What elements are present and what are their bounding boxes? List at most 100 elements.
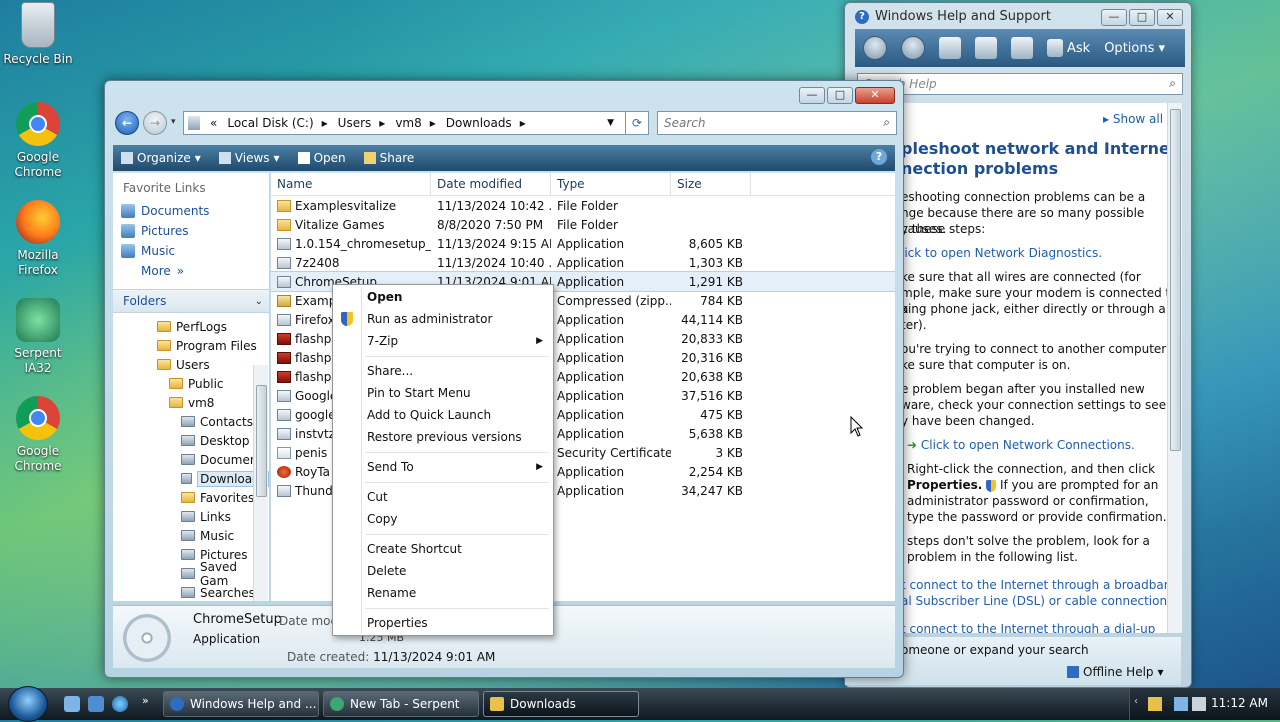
recent-pages-dropdown[interactable]: ▾ <box>171 117 176 127</box>
show-all-link[interactable]: ▸ Show all <box>1103 111 1163 127</box>
desktop-icon-google-chrome[interactable]: Google Chrome <box>0 102 76 180</box>
tree-item[interactable]: Links <box>113 507 269 526</box>
menu-item-open[interactable]: Open <box>367 287 547 307</box>
address-dropdown-icon[interactable]: ▼ <box>607 118 614 128</box>
tree-item[interactable]: Document <box>113 450 269 469</box>
file-name-cell[interactable]: 1.0.154_chromesetup_... <box>271 237 431 251</box>
column-name[interactable]: Name <box>271 173 431 195</box>
breadcrumb-vm8[interactable]: vm8 ▸ <box>395 116 435 130</box>
file-row[interactable]: 1.0.154_chromesetup_... 11/13/2024 9:15 A… <box>271 234 895 253</box>
menu-item-copy[interactable]: Copy <box>367 509 547 529</box>
forward-icon[interactable] <box>901 36 925 60</box>
file-name-cell[interactable]: 7z2408 <box>271 256 431 270</box>
show-desktop-icon[interactable] <box>64 696 80 712</box>
home-icon[interactable] <box>939 37 961 59</box>
menu-item-pin-to-start-menu[interactable]: Pin to Start Menu <box>367 383 547 403</box>
favorite-music[interactable]: Music <box>113 241 269 261</box>
volume-icon[interactable] <box>1192 697 1206 711</box>
tree-item[interactable]: Searches <box>113 583 269 601</box>
tree-item[interactable]: Saved Gam <box>113 560 269 588</box>
file-name-cell[interactable]: Vitalize Games <box>271 218 431 232</box>
menu-item-restore-previous-versions[interactable]: Restore previous versions <box>367 427 547 447</box>
back-icon[interactable] <box>863 36 887 60</box>
organize-button[interactable]: Organize ▾ <box>121 151 201 165</box>
menu-item-7-zip[interactable]: 7-Zip ▶ <box>367 331 547 351</box>
views-button[interactable]: Views ▾ <box>218 151 280 165</box>
network-icon[interactable] <box>1174 697 1188 711</box>
maximize-button[interactable]: □ <box>1129 9 1155 26</box>
taskbar-item-help[interactable]: Windows Help and ... <box>163 691 319 717</box>
scroll-thumb[interactable] <box>256 385 267 497</box>
file-row[interactable]: Examplesvitalize 11/13/2024 10:42 ... File… <box>271 196 895 215</box>
favorite-documents[interactable]: Documents <box>113 201 269 221</box>
address-bar[interactable]: « Local Disk (C:) ▸ Users ▸ vm8 ▸ Downloads… <box>183 111 635 135</box>
breadcrumb-arrow-icon[interactable]: ▸ <box>379 116 385 130</box>
tree-item[interactable]: Program Files <box>113 336 269 355</box>
folders-header[interactable]: Folders ⌄ <box>113 289 269 313</box>
tree-item[interactable]: Contacts <box>113 412 269 431</box>
menu-item-rename[interactable]: Rename <box>367 583 547 603</box>
desktop-icon-google-chrome-2[interactable]: Google Chrome <box>0 396 76 474</box>
internet-explorer-icon[interactable] <box>112 696 128 712</box>
breadcrumb-local-disk[interactable]: Local Disk (C:) ▸ <box>227 116 327 130</box>
search-icon[interactable]: ⌕ <box>883 115 890 130</box>
taskbar-item-downloads[interactable]: Downloads <box>483 691 639 717</box>
minimize-button[interactable]: — <box>1101 9 1127 26</box>
column-date-modified[interactable]: Date modified <box>431 173 551 195</box>
share-button[interactable]: Share <box>363 151 414 165</box>
open-button[interactable]: Open <box>297 151 346 165</box>
column-type[interactable]: Type <box>551 173 671 195</box>
network-diagnostics-link[interactable]: lick to open Network Diagnostics. <box>901 245 1102 261</box>
scroll-thumb[interactable] <box>1170 109 1181 451</box>
tree-item[interactable]: Desktop <box>113 431 269 450</box>
dialup-link[interactable]: t connect to the Internet through a dial… <box>901 621 1155 633</box>
options-button[interactable]: Options ▾ <box>1104 41 1165 56</box>
breadcrumb-downloads[interactable]: Downloads ▸ <box>446 116 526 130</box>
breadcrumb-arrow-icon[interactable]: ▸ <box>520 116 526 130</box>
menu-item-properties[interactable]: Properties <box>367 613 547 633</box>
file-row[interactable]: 7z2408 11/13/2024 10:40 ... Application 1,3… <box>271 253 895 272</box>
tree-item[interactable]: vm8 <box>113 393 269 412</box>
help-scrollbar[interactable] <box>1167 103 1182 633</box>
desktop-icon-serpent[interactable]: Serpent IA32 <box>0 298 76 376</box>
refresh-button[interactable]: ⟳ <box>625 111 649 135</box>
file-name-cell[interactable]: Examplesvitalize <box>271 199 431 213</box>
print-icon[interactable] <box>975 37 997 59</box>
clock[interactable]: 11:12 AM <box>1211 696 1268 710</box>
close-button[interactable]: ✕ <box>855 87 895 104</box>
search-icon[interactable]: ⌕ <box>1169 76 1176 91</box>
tree-item[interactable]: Downloads <box>113 469 269 488</box>
tree-item[interactable]: Music <box>113 526 269 545</box>
menu-item-run-as-administrator[interactable]: Run as administrator <box>367 309 547 329</box>
browse-help-icon[interactable] <box>1011 37 1033 59</box>
safely-remove-icon[interactable] <box>1148 697 1162 711</box>
search-input[interactable]: Search ⌕ <box>657 111 897 135</box>
broadband-link-cont[interactable]: al Subscriber Line (DSL) or cable connec… <box>901 593 1171 609</box>
minimize-button[interactable]: — <box>799 87 825 104</box>
tree-item[interactable]: PerfLogs <box>113 317 269 336</box>
favorite-more[interactable]: More » <box>113 261 269 281</box>
switch-windows-icon[interactable] <box>88 696 104 712</box>
help-icon[interactable]: ? <box>871 149 887 165</box>
taskbar-item-serpent[interactable]: New Tab - Serpent <box>323 691 479 717</box>
forward-button[interactable]: → <box>143 111 167 135</box>
start-button[interactable] <box>8 686 48 722</box>
column-size[interactable]: Size <box>671 173 751 195</box>
back-button[interactable]: ← <box>115 111 139 135</box>
close-button[interactable]: ✕ <box>1157 9 1183 26</box>
tree-item[interactable]: Favorites <box>113 488 269 507</box>
menu-item-add-to-quick-launch[interactable]: Add to Quick Launch <box>367 405 547 425</box>
menu-item-create-shortcut[interactable]: Create Shortcut <box>367 539 547 559</box>
file-row[interactable]: Vitalize Games 8/8/2020 7:50 PM File Folde… <box>271 215 895 234</box>
desktop-icon-recycle-bin[interactable]: Recycle Bin <box>0 2 76 67</box>
ask-button[interactable]: Ask <box>1047 39 1090 57</box>
menu-item-cut[interactable]: Cut <box>367 487 547 507</box>
menu-item-delete[interactable]: Delete <box>367 561 547 581</box>
network-connections-link[interactable]: ➜ Click to open Network Connections. <box>907 437 1135 453</box>
quick-launch-overflow-icon[interactable]: » <box>142 694 149 707</box>
desktop-icon-mozilla-firefox[interactable]: Mozilla Firefox <box>0 200 76 278</box>
favorite-pictures[interactable]: Pictures <box>113 221 269 241</box>
breadcrumb-arrow-icon[interactable]: ▸ <box>430 116 436 130</box>
help-search-input[interactable]: Search Help ⌕ <box>857 73 1183 95</box>
offline-help-button[interactable]: Offline Help ▾ <box>1067 665 1164 679</box>
